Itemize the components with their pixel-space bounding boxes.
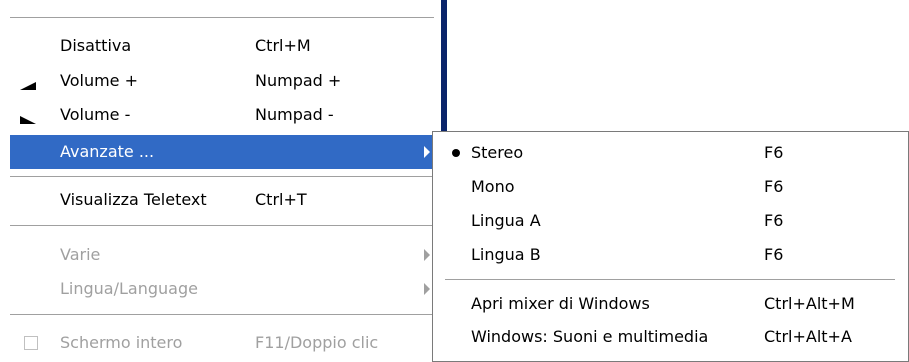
menu-item-label: Volume + [60, 71, 138, 90]
menu-item-shortcut: Ctrl+T [255, 190, 307, 209]
menu-item-volume-down[interactable]: Volume - Numpad - [10, 98, 438, 132]
radio-bullet-icon [452, 149, 460, 157]
menu-item-label: Avanzate ... [60, 142, 155, 161]
menu-item-label: Volume - [60, 105, 131, 124]
submenu-item-stereo[interactable]: Stereo F6 [433, 136, 908, 170]
menu-item-volume-up[interactable]: Volume + Numpad + [10, 64, 438, 98]
submenu-item-shortcut: Ctrl+Alt+A [764, 327, 852, 346]
menu-item-varie[interactable]: Varie [10, 238, 438, 272]
submenu-arrow-icon [424, 249, 430, 261]
menu-item-shortcut: Numpad + [255, 71, 342, 90]
submenu-item-shortcut: F6 [764, 177, 784, 196]
menu-item-visualizza-teletext[interactable]: Visualizza Teletext Ctrl+T [10, 183, 438, 217]
menu-item-avanzate[interactable]: Avanzate ... [10, 135, 438, 169]
submenu-arrow-icon [424, 283, 430, 295]
volume-down-icon [16, 98, 40, 132]
submenu-item-label: Lingua B [471, 245, 541, 264]
submenu-item-shortcut: Ctrl+Alt+M [764, 294, 855, 313]
menu-separator [10, 314, 434, 315]
window-edge-bar [441, 0, 447, 140]
menu-item-label: Varie [60, 245, 101, 264]
submenu-item-label: Stereo [471, 143, 524, 162]
submenu-item-lingua-a[interactable]: Lingua A F6 [433, 204, 908, 238]
submenu-item-shortcut: F6 [764, 245, 784, 264]
submenu-item-label: Lingua A [471, 211, 541, 230]
menu-item-label: Visualizza Teletext [60, 190, 207, 209]
volume-up-icon [16, 64, 40, 98]
menu-item-shortcut: Numpad - [255, 105, 334, 124]
menu-item-shortcut: F11/Doppio clic [255, 333, 379, 352]
submenu-item-shortcut: F6 [764, 143, 784, 162]
screen: Disattiva Ctrl+M Volume + Numpad + Volum… [0, 0, 909, 362]
menu-item-shortcut: Ctrl+M [255, 36, 311, 55]
submenu-separator [445, 279, 895, 280]
submenu-item-label: Windows: Suoni e multimedia [471, 327, 709, 346]
menu-separator [10, 176, 434, 177]
submenu-item-suoni-multimedia[interactable]: Windows: Suoni e multimedia Ctrl+Alt+A [433, 320, 908, 354]
context-menu: Disattiva Ctrl+M Volume + Numpad + Volum… [0, 0, 438, 362]
submenu-arrow-icon [424, 146, 430, 158]
submenu-item-label: Apri mixer di Windows [471, 294, 650, 313]
submenu-item-apri-mixer[interactable]: Apri mixer di Windows Ctrl+Alt+M [433, 287, 908, 321]
submenu-item-label: Mono [471, 177, 515, 196]
submenu-item-lingua-b[interactable]: Lingua B F6 [433, 238, 908, 272]
submenu-avanzate: Stereo F6 Mono F6 Lingua A F6 Lingua B F… [432, 131, 909, 362]
menu-item-schermo-intero[interactable]: Schermo intero F11/Doppio clic [10, 326, 438, 360]
menu-item-label: Disattiva [60, 36, 132, 55]
submenu-item-shortcut: F6 [764, 211, 784, 230]
menu-top-separator [10, 17, 434, 19]
submenu-item-mono[interactable]: Mono F6 [433, 170, 908, 204]
menu-separator [10, 225, 434, 226]
menu-item-disattiva[interactable]: Disattiva Ctrl+M [10, 29, 438, 63]
menu-item-label: Lingua/Language [60, 279, 198, 298]
menu-item-lingua-language[interactable]: Lingua/Language [10, 272, 438, 306]
menu-item-label: Schermo intero [60, 333, 183, 352]
checkbox-icon [24, 336, 38, 350]
